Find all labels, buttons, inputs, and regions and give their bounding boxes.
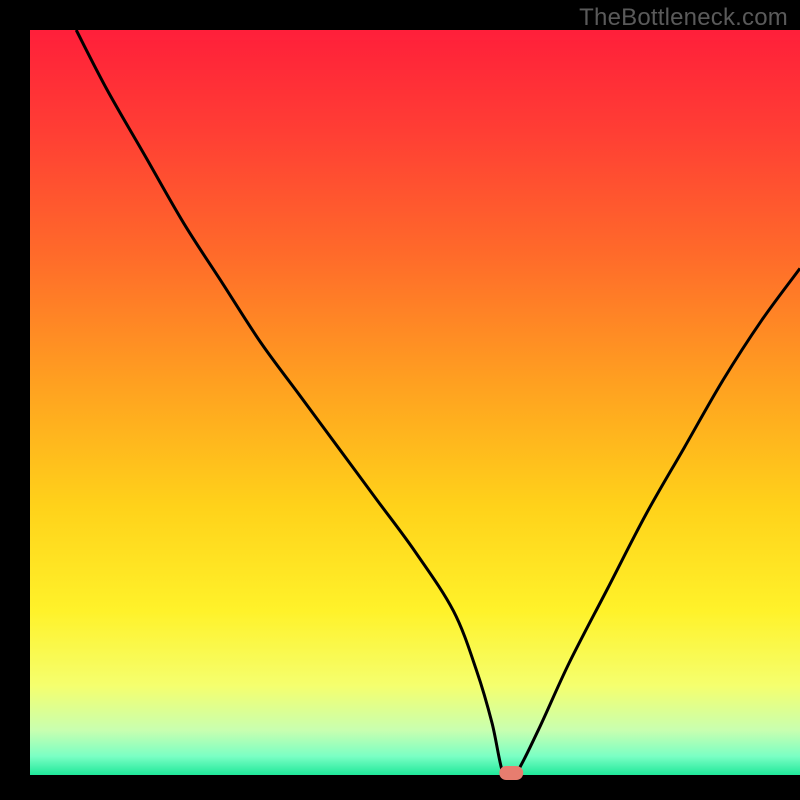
plot-background xyxy=(30,30,800,775)
bottleneck-chart xyxy=(0,0,800,800)
optimal-marker xyxy=(499,766,523,780)
chart-frame: { "watermark": "TheBottleneck.com", "cha… xyxy=(0,0,800,800)
